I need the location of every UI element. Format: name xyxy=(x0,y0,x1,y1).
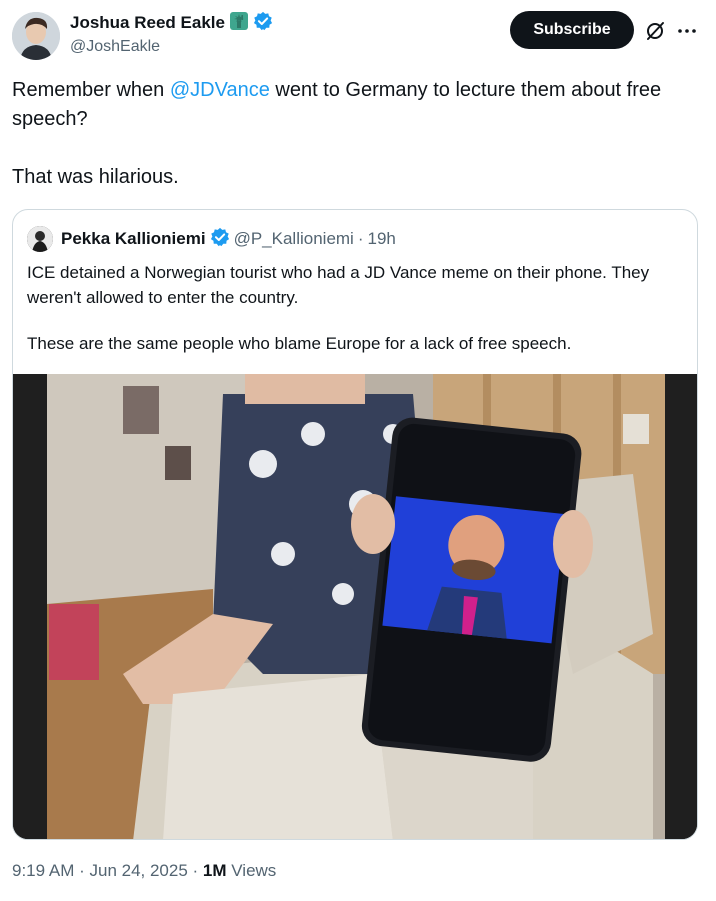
quoted-paragraph-2: These are the same people who blame Euro… xyxy=(27,334,572,353)
quoted-tweet-header: Pekka Kallioniemi @P_Kallioniemi · 19h xyxy=(27,226,396,252)
views-count[interactable]: 1M xyxy=(203,861,227,881)
quoted-tweet-card[interactable]: Pekka Kallioniemi @P_Kallioniemi · 19h I… xyxy=(12,209,698,840)
tweet-text: Remember when @JDVance went to Germany t… xyxy=(12,76,702,192)
separator: · xyxy=(357,229,364,248)
author-handle[interactable]: @JoshEakle xyxy=(70,38,273,56)
quoted-author-name[interactable]: Pekka Kallioniemi xyxy=(61,229,206,249)
tweet-paragraph-1: Remember when @JDVance went to Germany t… xyxy=(12,76,702,134)
separator: · xyxy=(74,861,90,880)
slashed-circle-icon[interactable] xyxy=(644,20,666,42)
separator: · xyxy=(187,861,203,880)
statue-of-liberty-emoji-icon xyxy=(229,11,249,36)
quoted-timestamp[interactable]: 19h xyxy=(368,229,396,249)
verified-badge-icon[interactable] xyxy=(253,11,273,36)
quoted-tweet-photo[interactable] xyxy=(13,374,697,839)
photo-image xyxy=(13,374,697,839)
author-display-name[interactable]: Joshua Reed Eakle xyxy=(70,13,225,33)
mention-link[interactable]: @JDVance xyxy=(170,79,270,101)
tweet-paragraph-2: That was hilarious. xyxy=(12,166,179,188)
tweet-date[interactable]: Jun 24, 2025 xyxy=(89,861,187,881)
tweet-time[interactable]: 9:19 AM xyxy=(12,861,74,881)
author-block: Joshua Reed Eakle @JoshEakle xyxy=(70,11,273,56)
avatar-image xyxy=(12,12,60,60)
tweet-text-part: Remember when xyxy=(12,79,170,101)
quoted-paragraph-1: ICE detained a Norwegian tourist who had… xyxy=(27,263,650,307)
views-label: Views xyxy=(226,861,277,880)
subscribe-button[interactable]: Subscribe xyxy=(510,11,634,49)
more-horizontal-icon[interactable] xyxy=(676,20,698,42)
quoted-author-handle[interactable]: @P_Kallioniemi xyxy=(234,229,354,249)
tweet-metadata: 9:19 AM · Jun 24, 2025 · 1M Views xyxy=(12,861,276,881)
quoted-tweet-text: ICE detained a Norwegian tourist who had… xyxy=(27,260,687,356)
quoted-author-avatar[interactable] xyxy=(27,226,53,252)
verified-badge-icon[interactable] xyxy=(210,227,230,252)
author-avatar[interactable] xyxy=(12,12,60,60)
